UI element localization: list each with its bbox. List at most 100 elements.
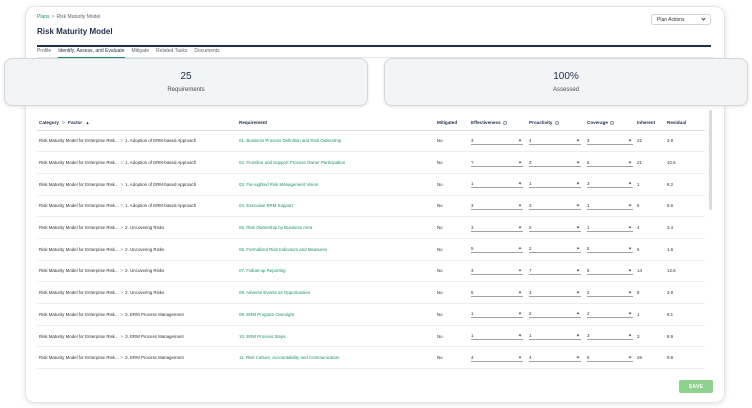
factor-text: 3. ERM Process Management xyxy=(125,311,184,317)
requirement-link[interactable]: 04. Executive ERM Support xyxy=(237,195,435,218)
factor-text: 2. Uncovering Risks xyxy=(125,225,165,231)
proactivity-select[interactable]: 2 xyxy=(529,310,581,319)
info-icon[interactable] xyxy=(554,121,559,126)
chevron-right-icon: > xyxy=(120,246,124,252)
coverage-cell: 5 xyxy=(585,238,635,261)
residual-value: 8.1 xyxy=(665,303,705,326)
effectiveness-select[interactable]: 3 xyxy=(471,224,523,232)
proactivity-select[interactable]: 1 xyxy=(529,180,581,189)
effectiveness-select[interactable]: 3 xyxy=(471,137,523,145)
proactivity-select[interactable]: 2 xyxy=(529,224,581,232)
chevron-down-icon xyxy=(576,181,580,185)
effectiveness-cell: 3 xyxy=(469,195,527,218)
plan-actions-dropdown[interactable]: Plan Actions xyxy=(651,14,711,25)
coverage-select[interactable]: 3 xyxy=(587,137,633,145)
requirement-link[interactable]: 07. Follow-up Reporting xyxy=(237,260,435,283)
chevron-down-icon xyxy=(628,203,632,207)
coverage-select[interactable]: 3 xyxy=(587,180,633,189)
tab-profile[interactable]: Profile xyxy=(37,47,51,58)
column-header-proactivity[interactable]: Proactivity xyxy=(527,116,585,131)
requirement-link[interactable]: 02. Frontline and Support Process Owner … xyxy=(237,151,435,174)
chevron-down-icon xyxy=(518,203,522,207)
effectiveness-select[interactable]: 1 xyxy=(471,180,523,189)
requirement-link[interactable]: 11. Risk Culture, Accountability and Com… xyxy=(237,346,435,370)
coverage-select[interactable]: 2 xyxy=(587,289,633,297)
requirements-table: Category > Factor ▲ Requirement Mitigate… xyxy=(37,116,705,370)
mitigated-value: No xyxy=(435,173,469,196)
coverage-select[interactable]: 5 xyxy=(587,245,633,254)
effectiveness-select[interactable]: 4 xyxy=(471,354,523,362)
table-row: Risk Maturity Model for Enterprise Risk.… xyxy=(37,130,705,153)
requirement-link[interactable]: 05. Risk Ownership by Business Area xyxy=(237,216,435,239)
effectiveness-select[interactable]: 5 xyxy=(471,245,523,254)
mitigated-value: No xyxy=(435,130,469,153)
assessed-label: Assessed xyxy=(552,87,579,93)
proactivity-select[interactable]: 3 xyxy=(529,159,581,167)
column-header-inherent[interactable]: Inherent xyxy=(635,116,665,131)
proactivity-select[interactable]: 4 xyxy=(529,137,581,145)
breadcrumb-separator: > xyxy=(51,14,55,20)
effectiveness-select[interactable]: 1 xyxy=(471,310,523,319)
requirement-link[interactable]: 10. ERM Process Steps xyxy=(237,325,435,348)
requirements-label: Requirements xyxy=(167,87,205,93)
column-header-coverage[interactable]: Coverage xyxy=(585,116,635,131)
column-header-category-factor[interactable]: Category > Factor ▲ xyxy=(37,116,237,131)
info-icon[interactable] xyxy=(609,121,614,126)
requirement-link[interactable]: 08. Adverse Events as Opportunities xyxy=(237,281,435,304)
effectiveness-select[interactable]: 5 xyxy=(471,289,523,297)
proactivity-select[interactable]: 7 xyxy=(529,267,581,275)
category-factor-cell: Risk Maturity Model for Enterprise Risk.… xyxy=(37,216,237,239)
effectiveness-select[interactable]: ? xyxy=(471,159,523,167)
proactivity-select[interactable]: 3 xyxy=(529,202,581,210)
requirement-link[interactable]: 06. Formalized Risk Indicators and Measu… xyxy=(237,238,435,261)
column-header-effectiveness[interactable]: Effectiveness xyxy=(469,116,527,131)
tab-documents[interactable]: Documents xyxy=(194,47,219,58)
factor-text: 1. Adoption of ERM-based Approach xyxy=(125,138,197,144)
category-factor-cell: Risk Maturity Model for Enterprise Risk.… xyxy=(37,130,237,153)
proactivity-select[interactable]: 3 xyxy=(529,289,581,297)
table-scrollbar[interactable] xyxy=(709,110,712,210)
category-text: Risk Maturity Model for Enterprise Risk.… xyxy=(39,160,119,166)
table-row: Risk Maturity Model for Enterprise Risk.… xyxy=(37,303,705,326)
proactivity-select[interactable]: 2 xyxy=(529,245,581,254)
save-button[interactable]: SAVE xyxy=(679,380,713,393)
coverage-cell: 3 xyxy=(585,325,635,348)
proactivity-select[interactable]: 1 xyxy=(529,332,581,341)
column-header-mitigated[interactable]: Mitigated xyxy=(435,116,469,131)
effectiveness-cell: 3 xyxy=(469,130,527,153)
breadcrumb-plans-link[interactable]: Plans xyxy=(37,14,50,20)
column-header-requirement[interactable]: Requirement xyxy=(237,116,435,131)
coverage-select[interactable]: 2 xyxy=(587,310,633,319)
factor-text: 2. Uncovering Risks xyxy=(125,268,165,274)
sort-ascending-icon: ▲ xyxy=(85,120,90,126)
column-header-residual[interactable]: Residual xyxy=(665,116,705,131)
effectiveness-select[interactable]: 3 xyxy=(471,202,523,210)
effectiveness-cell: 3 xyxy=(469,260,527,283)
requirement-link[interactable]: 01. Business Process Definition and Risk… xyxy=(237,130,435,153)
chevron-down-icon xyxy=(701,16,706,21)
chevron-down-icon xyxy=(518,246,522,250)
coverage-select[interactable]: 1 xyxy=(587,224,633,232)
residual-value: 10.5 xyxy=(665,151,705,174)
chevron-right-icon: > xyxy=(120,138,124,144)
requirements-stat-card: 25 Requirements xyxy=(4,58,368,106)
coverage-select[interactable]: 6 xyxy=(587,354,633,362)
proactivity-select[interactable]: 4 xyxy=(529,354,581,362)
tab-related-tasks[interactable]: Related Tasks xyxy=(156,47,187,58)
requirement-link[interactable]: 09. ERM Program Oversight xyxy=(237,303,435,326)
coverage-select[interactable]: 5 xyxy=(587,267,633,275)
table-row: Risk Maturity Model for Enterprise Risk.… xyxy=(37,173,705,196)
coverage-select[interactable]: 3 xyxy=(587,332,633,341)
effectiveness-select[interactable]: 3 xyxy=(471,267,523,275)
category-factor-cell: Risk Maturity Model for Enterprise Risk.… xyxy=(37,195,237,218)
coverage-select[interactable]: 1 xyxy=(587,202,633,210)
tab-mitigate[interactable]: Mitigate xyxy=(132,47,150,58)
coverage-select[interactable]: 5 xyxy=(587,159,633,167)
tab-identify-assess-evaluate[interactable]: Identify, Assess, and Evaluate xyxy=(58,47,125,58)
mitigated-value: No xyxy=(435,151,469,174)
effectiveness-select[interactable]: 1 xyxy=(471,332,523,341)
info-icon[interactable] xyxy=(502,121,507,126)
requirement-link[interactable]: 03. Far-sighted Risk Management Vision xyxy=(237,173,435,196)
inherent-value: 14 xyxy=(635,260,665,283)
factor-text: 1. Adoption of ERM-based Approach xyxy=(125,203,197,209)
